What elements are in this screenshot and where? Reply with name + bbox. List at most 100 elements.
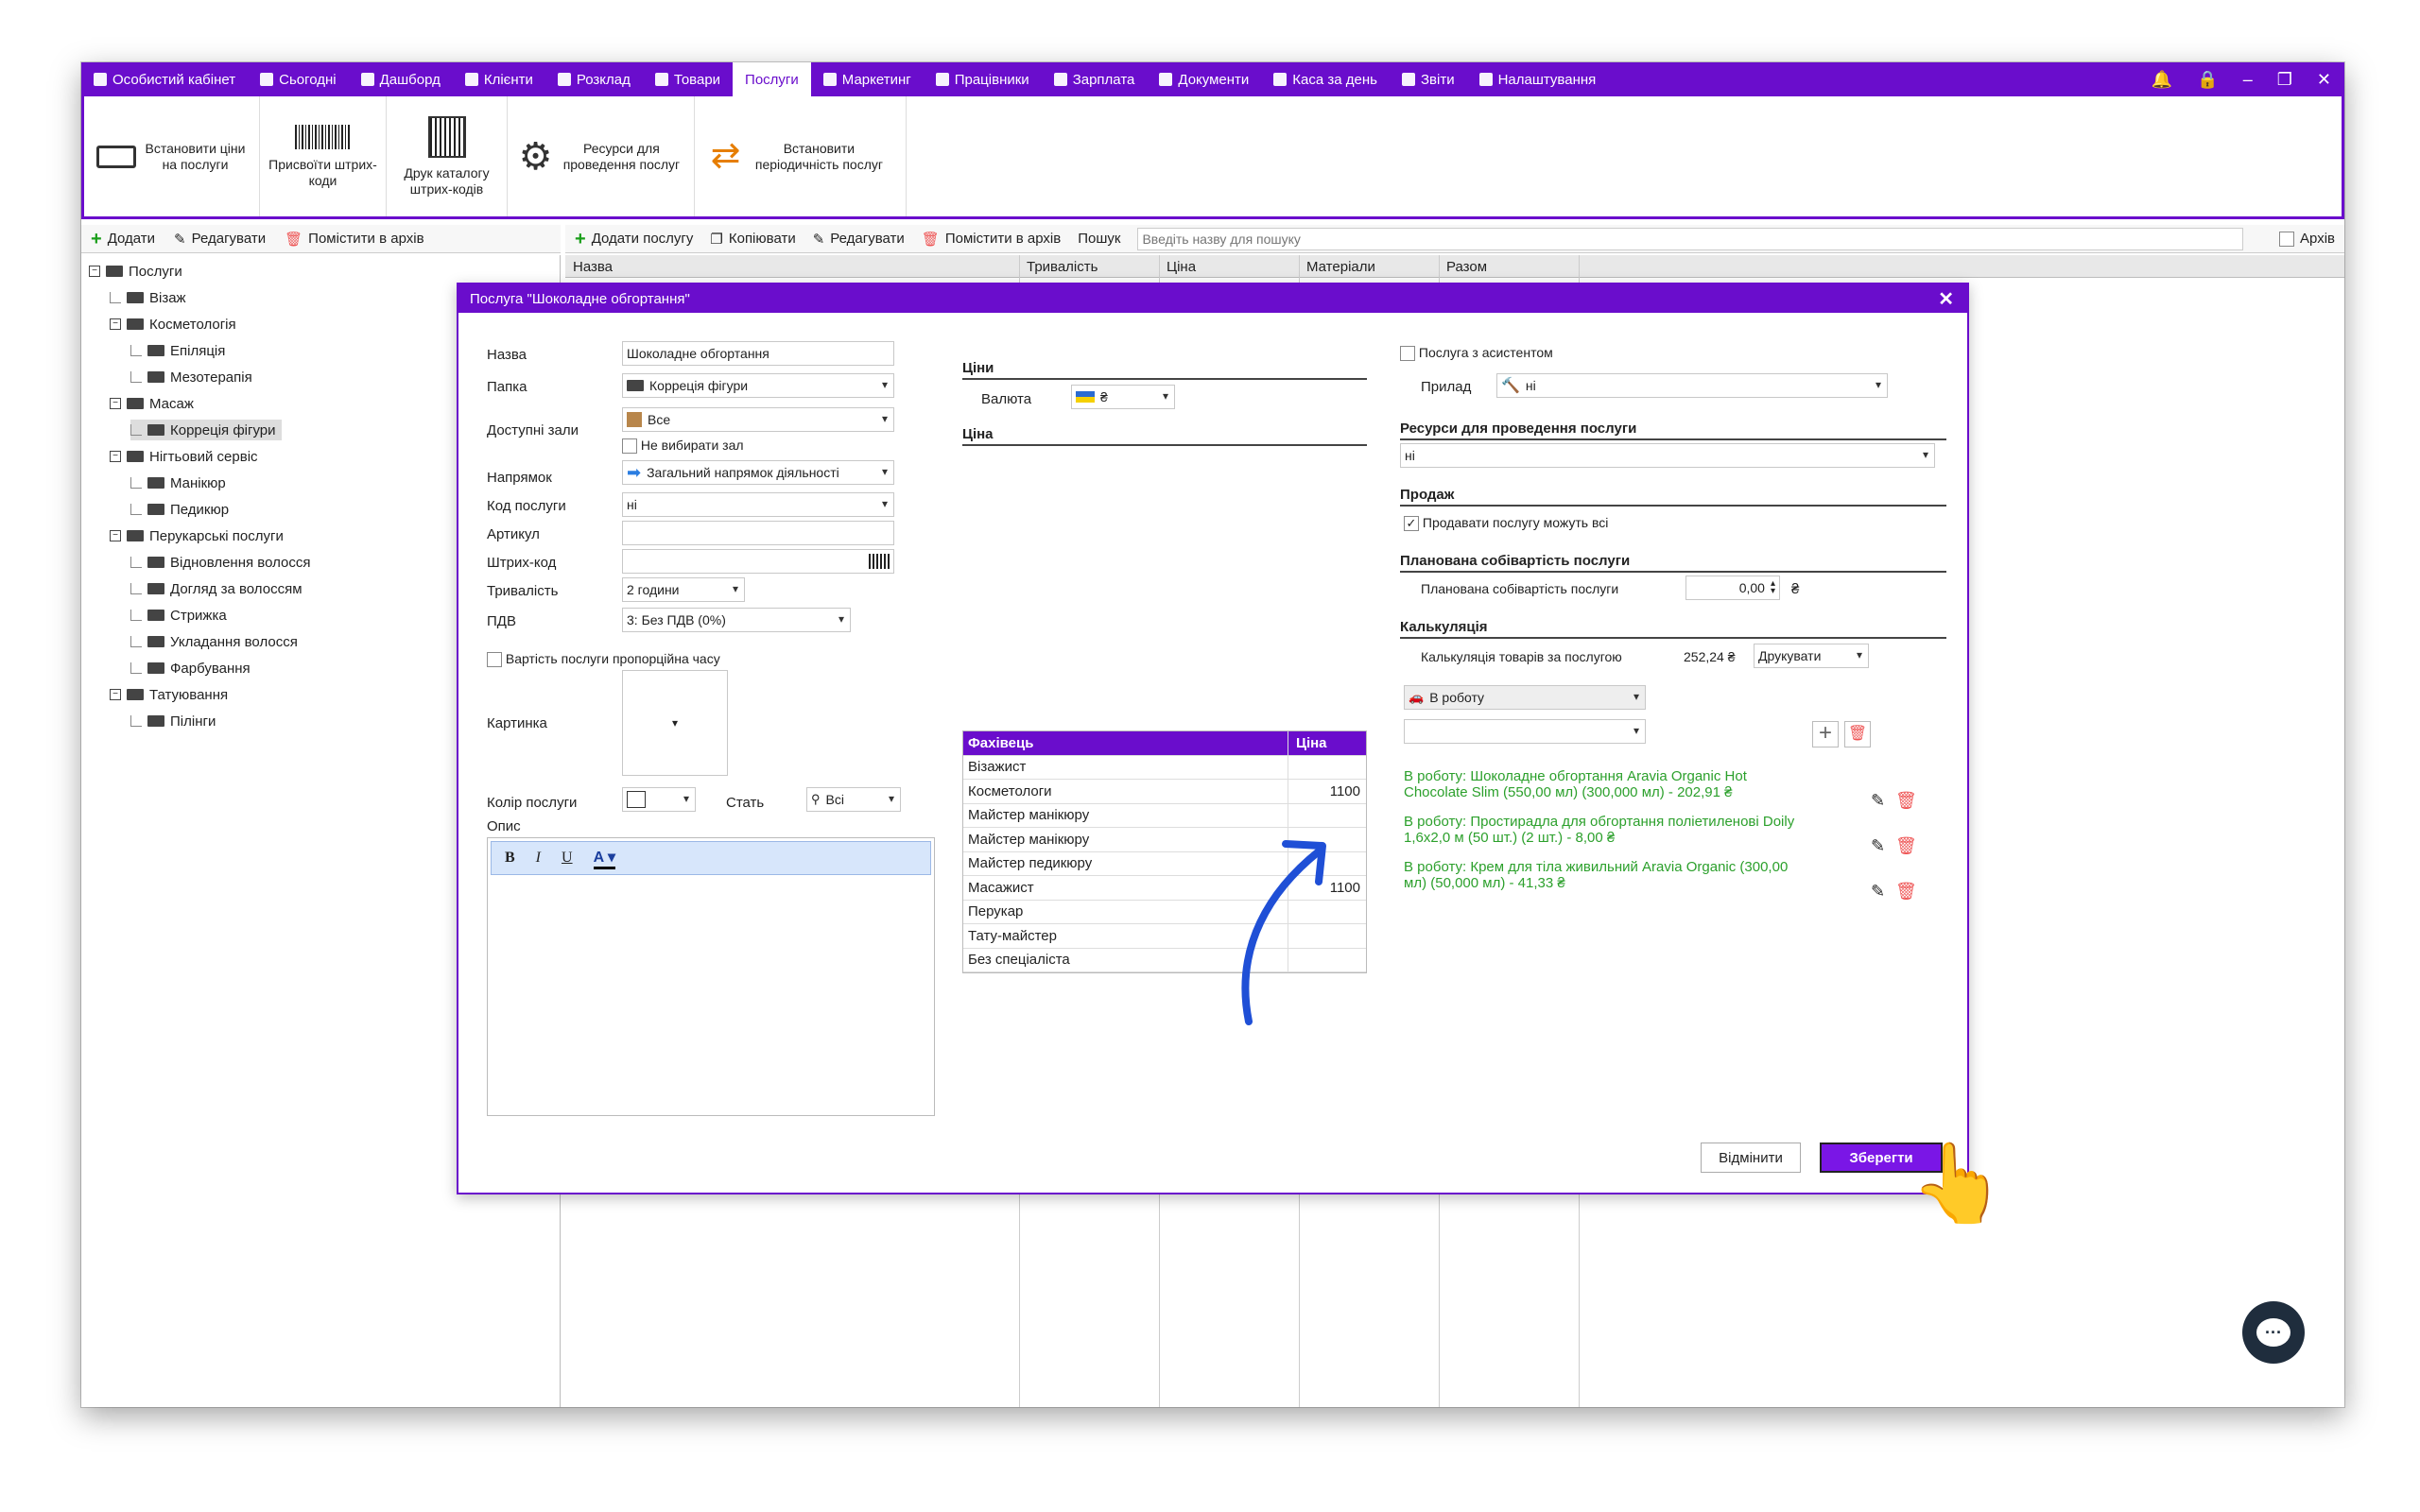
tree-node[interactable]: Відновлення волосся (130, 552, 311, 573)
minimize-button[interactable]: – (2243, 70, 2253, 90)
description-editor[interactable]: B I U A ▾ (487, 837, 935, 1116)
nav-tab-5[interactable]: Товари (643, 62, 733, 96)
nav-tab-6[interactable]: Послуги (733, 62, 811, 96)
tree-node[interactable]: Мезотерапія (130, 367, 252, 387)
print-barcodes-button[interactable]: Друк каталогу штрих-кодів (387, 96, 508, 216)
maximize-button[interactable]: ❐ (2277, 70, 2292, 90)
resources-button[interactable]: ⚙ Ресурси для проведення послуг (508, 96, 695, 216)
copy-button[interactable]: ❐ Копіювати (710, 231, 795, 248)
product-select[interactable] (1404, 719, 1646, 744)
folder-select[interactable]: Корреція фігури (622, 373, 894, 398)
archive-service-button[interactable]: 🗑 Помістити в архів (922, 231, 1061, 248)
tree-node[interactable]: − Татуювання (110, 684, 228, 705)
trash-icon[interactable]: 🗑 (1895, 836, 1917, 856)
nav-tab-11[interactable]: Каса за день (1261, 62, 1390, 96)
nav-tab-2[interactable]: Дашборд (349, 62, 453, 96)
vat-select[interactable]: 3: Без ПДВ (0%) (622, 608, 851, 632)
tree-node[interactable]: − Нігтьовий сервіс (110, 446, 258, 467)
col-total[interactable]: Разом (1446, 259, 1487, 275)
tree-node[interactable]: Візаж (110, 287, 186, 308)
tree-node[interactable]: Педикюр (130, 499, 229, 520)
archive-button[interactable]: 🗑 Помістити в архів (285, 231, 424, 248)
collapse-icon[interactable]: − (110, 398, 121, 409)
nav-tab-1[interactable]: Сьогодні (248, 62, 349, 96)
tree-node[interactable]: Пілінги (130, 711, 216, 731)
collapse-icon[interactable]: − (110, 318, 121, 330)
resources-select[interactable]: ні (1400, 443, 1935, 468)
color-select[interactable] (622, 787, 696, 812)
price-row[interactable]: Майстер манікюру (963, 803, 1366, 828)
currency-select[interactable]: ₴ (1071, 385, 1175, 409)
barcode-icon[interactable] (869, 554, 890, 569)
spinner-icon[interactable]: ▴ ▾ (1771, 579, 1775, 596)
set-prices-button[interactable]: Встановити ціни на послуги (84, 96, 260, 216)
tree-node[interactable]: Корреція фігури (130, 420, 282, 440)
delete-product-icon[interactable]: 🗑 (1844, 721, 1871, 747)
tree-node[interactable]: − Косметологія (110, 314, 236, 335)
font-color-icon[interactable]: A ▾ (593, 848, 615, 869)
lock-icon[interactable]: 🔒 (2197, 70, 2218, 90)
italic-icon[interactable]: I (536, 850, 541, 867)
collapse-icon[interactable]: − (89, 266, 100, 277)
assistant-option[interactable]: Послуга з асистентом (1400, 345, 1553, 362)
gender-select[interactable]: ⚲ Всі (806, 787, 901, 812)
no-hall-checkbox[interactable] (622, 438, 637, 455)
trash-icon[interactable]: 🗑 (1895, 882, 1917, 902)
nav-tab-13[interactable]: Налаштування (1467, 62, 1609, 96)
tree-node[interactable]: Укладання волосся (130, 631, 298, 652)
sale-all-option[interactable]: ✓ Продавати послугу можуть всі (1404, 515, 1608, 532)
price-row[interactable]: Косметологи 1100 (963, 780, 1366, 804)
nav-tab-9[interactable]: Зарплата (1042, 62, 1148, 96)
no-hall-option[interactable]: Не вибирати зал (622, 438, 744, 455)
bell-icon[interactable]: 🔔 (2152, 70, 2172, 90)
archive-toggle[interactable]: Архів (2279, 231, 2335, 247)
assign-barcodes-button[interactable]: Присвоїти штрих-коди (260, 96, 387, 216)
pencil-icon[interactable]: ✎ (1871, 836, 1885, 856)
tree-node[interactable]: Стрижка (130, 605, 227, 626)
halls-select[interactable]: Все (622, 407, 894, 432)
sale-all-checkbox[interactable]: ✓ (1404, 516, 1419, 532)
tree-node[interactable]: − Масаж (110, 393, 194, 414)
tree-node[interactable]: − Послуги (89, 261, 182, 282)
add-service-button[interactable]: + Додати послугу (575, 230, 693, 249)
search-input[interactable] (1137, 227, 2244, 250)
pencil-icon[interactable]: ✎ (1871, 791, 1885, 811)
close-icon[interactable]: ✕ (1938, 287, 1954, 311)
add-button[interactable]: + Додати (91, 230, 155, 249)
tree-node[interactable]: Епіляція (130, 340, 225, 361)
proportional-option[interactable]: Вартість послуги пропорційна часу (487, 651, 720, 668)
chat-button[interactable]: ··· (2242, 1301, 2305, 1364)
direction-select[interactable]: ➡ Загальний напрямок діяльності (622, 460, 894, 485)
to-work-select[interactable]: 🚗 В роботу (1404, 685, 1646, 710)
duration-select[interactable]: 2 години (622, 577, 745, 602)
add-product-icon[interactable]: + (1812, 721, 1839, 747)
close-button[interactable]: ✕ (2317, 70, 2331, 90)
edit-service-button[interactable]: ✎ Редагувати (813, 231, 905, 248)
bold-icon[interactable]: B (505, 850, 515, 867)
name-input[interactable]: Шоколадне обгортання (622, 341, 894, 366)
nav-tab-8[interactable]: Працівники (924, 62, 1042, 96)
collapse-icon[interactable]: − (110, 689, 121, 700)
collapse-icon[interactable]: − (110, 530, 121, 541)
cost-input[interactable]: 0,00 ▴ ▾ (1685, 576, 1780, 600)
edit-button[interactable]: ✎ Редагувати (174, 231, 266, 248)
col-materials[interactable]: Матеріали (1306, 259, 1375, 275)
tree-node[interactable]: Манікюр (130, 472, 226, 493)
nav-tab-10[interactable]: Документи (1147, 62, 1261, 96)
tree-node[interactable]: Фарбування (130, 658, 251, 679)
periodicity-button[interactable]: ⇄ Встановити періодичність послуг (695, 96, 907, 216)
collapse-icon[interactable]: − (110, 451, 121, 462)
barcode-input[interactable] (622, 549, 894, 574)
price-row[interactable]: Візажист (963, 755, 1366, 780)
nav-tab-3[interactable]: Клієнти (453, 62, 545, 96)
underline-icon[interactable]: U (562, 850, 573, 867)
nav-tab-4[interactable]: Розклад (545, 62, 643, 96)
col-duration[interactable]: Тривалість (1027, 259, 1098, 275)
proportional-checkbox[interactable] (487, 652, 502, 668)
trash-icon[interactable]: 🗑 (1895, 791, 1917, 811)
picture-box[interactable]: ▾ (622, 670, 728, 776)
nav-tab-7[interactable]: Маркетинг (811, 62, 924, 96)
nav-tab-12[interactable]: Звіти (1390, 62, 1467, 96)
cancel-button[interactable]: Відмінити (1701, 1143, 1801, 1173)
code-select[interactable]: ні (622, 492, 894, 517)
